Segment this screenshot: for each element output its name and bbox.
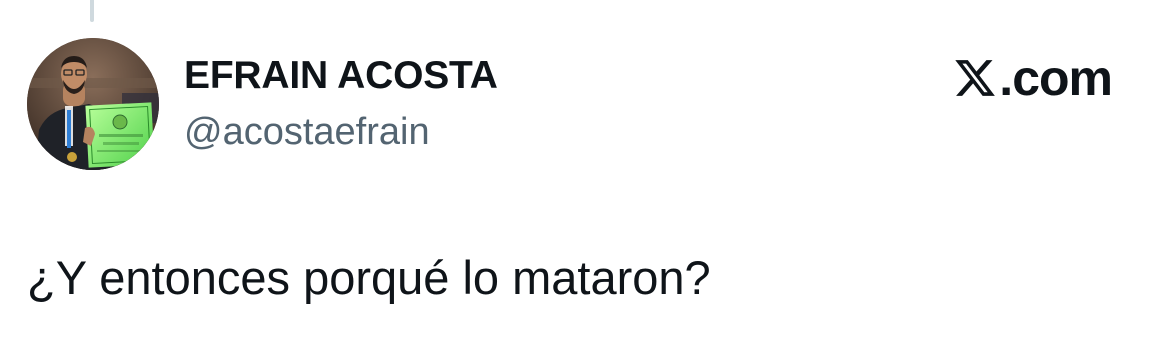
user-info: EFRAIN ACOSTA @acostaefrain [184,52,498,156]
brand-watermark: .com [953,50,1113,106]
profile-photo [27,38,159,170]
tweet-text: ¿Y entonces porqué lo mataron? [27,251,711,304]
thread-connector-line [90,0,94,22]
brand-domain-text: .com [999,50,1113,106]
display-name[interactable]: EFRAIN ACOSTA [184,52,498,100]
x-logo-icon [953,56,997,100]
user-handle[interactable]: @acostaefrain [184,108,498,156]
avatar[interactable] [27,38,159,170]
